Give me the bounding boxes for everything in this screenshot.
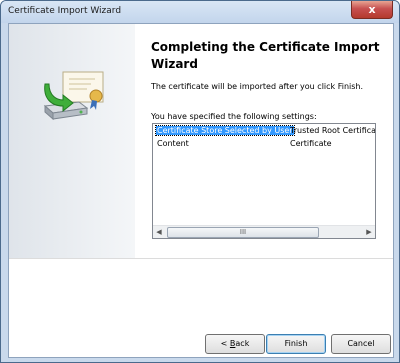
finish-label: Finish bbox=[284, 339, 308, 348]
page-title: Completing the Certificate Import Wizard bbox=[151, 40, 380, 71]
back-label: ack bbox=[235, 339, 250, 348]
setting-value: Certificate bbox=[290, 139, 332, 148]
certificate-import-wizard-window: Certificate Import Wizard x Completing t… bbox=[0, 0, 400, 363]
scroll-left-icon[interactable]: ◀ bbox=[153, 226, 165, 238]
back-prefix: < bbox=[220, 339, 230, 348]
footer-separator bbox=[9, 258, 393, 259]
wizard-body: Completing the Certificate Import Wizard… bbox=[8, 23, 394, 358]
cancel-label: Cancel bbox=[347, 339, 375, 348]
setting-key[interactable]: Certificate Store Selected by User bbox=[155, 125, 295, 136]
window-title: Certificate Import Wizard bbox=[8, 6, 122, 16]
close-icon: x bbox=[368, 3, 376, 16]
list-item[interactable]: Certificate Store Selected by User Trust… bbox=[153, 125, 376, 138]
horizontal-scrollbar[interactable]: ◀ III ▶ bbox=[153, 225, 375, 238]
setting-key[interactable]: Content bbox=[157, 139, 189, 148]
grip-icon: III bbox=[239, 228, 247, 236]
finish-button[interactable]: Finish bbox=[266, 334, 326, 354]
scroll-right-icon[interactable]: ▶ bbox=[363, 226, 375, 238]
scrollbar-thumb[interactable]: III bbox=[167, 227, 319, 238]
wizard-side-panel bbox=[9, 24, 135, 258]
cancel-button[interactable]: Cancel bbox=[331, 334, 391, 354]
titlebar[interactable]: Certificate Import Wizard x bbox=[1, 1, 399, 23]
list-item[interactable]: Content Certificate bbox=[153, 139, 375, 151]
settings-list[interactable]: Certificate Store Selected by User Trust… bbox=[152, 123, 376, 239]
description-text: The certificate will be imported after y… bbox=[151, 82, 364, 91]
settings-label: You have specified the following setting… bbox=[151, 112, 317, 121]
close-button[interactable]: x bbox=[351, 1, 393, 19]
setting-value: Trusted Root Certifica bbox=[290, 126, 376, 135]
certificate-install-icon bbox=[39, 66, 109, 136]
back-button[interactable]: < Back bbox=[205, 334, 265, 354]
